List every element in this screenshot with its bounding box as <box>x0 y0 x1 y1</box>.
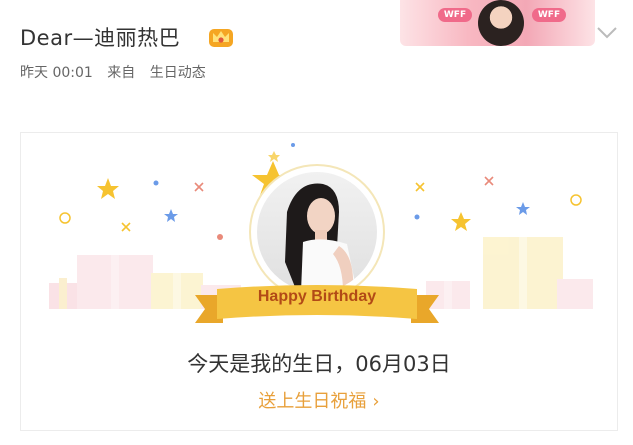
source-link[interactable]: 生日动态 <box>150 65 206 81</box>
fan-banner-avatar <box>478 0 524 46</box>
post-time: 昨天 00:01 <box>20 65 93 81</box>
happy-birthday-text: Happy Birthday <box>257 288 377 305</box>
birthday-message: 今天是我的生日，06月03日 <box>187 352 451 376</box>
chevron-down-icon[interactable] <box>596 25 618 41</box>
chevron-right-icon: › <box>372 391 380 412</box>
source-prefix: 来自 <box>107 65 136 81</box>
avatar <box>257 172 377 292</box>
crown-icon <box>209 29 233 47</box>
fan-banner[interactable]: WFF WFF <box>400 0 595 46</box>
fan-tag-right: WFF <box>532 8 566 22</box>
send-birthday-wishes-link[interactable]: 送上生日祝福 › <box>21 387 617 413</box>
post-meta: 昨天 00:01 来自 生日动态 <box>20 62 216 82</box>
cta-label: 送上生日祝福 <box>258 391 367 412</box>
fan-tag-left: WFF <box>438 8 472 22</box>
username[interactable]: Dear—迪丽热巴 <box>20 22 180 52</box>
birthday-card[interactable]: Happy Birthday 今天是我的生日，06月03日 送上生日祝福 › <box>20 132 618 431</box>
